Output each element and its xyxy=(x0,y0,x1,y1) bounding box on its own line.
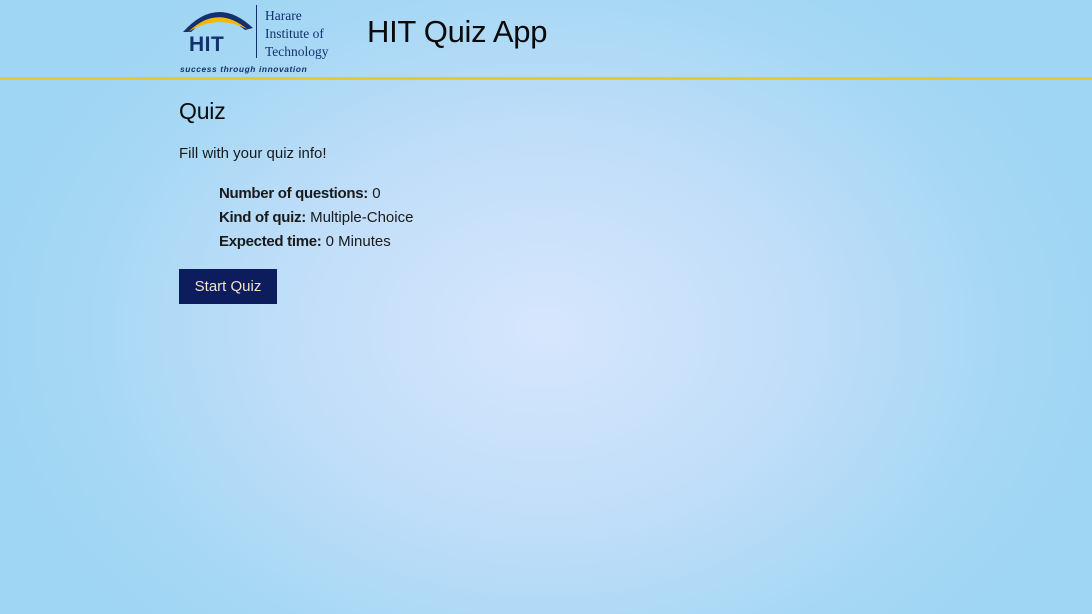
info-value: 0 xyxy=(372,185,381,202)
logo-tagline: success through innovation xyxy=(180,64,308,74)
quiz-info-item: Expected time: 0 Minutes xyxy=(219,230,879,254)
quiz-info-section: Quiz Fill with your quiz info! Number of… xyxy=(179,95,879,304)
info-label: Expected time: xyxy=(219,233,322,250)
quiz-info-item: Number of questions: 0 xyxy=(219,182,879,206)
app-header: HIT Harare Institute of Technology succe… xyxy=(0,0,1092,80)
app-title: HIT Quiz App xyxy=(367,14,548,49)
hit-logo[interactable]: HIT Harare Institute of Technology succe… xyxy=(179,2,339,76)
logo-name-line: Harare xyxy=(265,8,302,23)
start-quiz-button[interactable]: Start Quiz xyxy=(179,269,277,304)
info-value: Multiple-Choice xyxy=(310,209,414,226)
info-label: Number of questions: xyxy=(219,185,369,202)
quiz-info-list: Number of questions: 0 Kind of quiz: Mul… xyxy=(219,182,879,254)
logo-name-line: Technology xyxy=(265,44,329,59)
logo-acronym: HIT xyxy=(189,33,225,56)
info-value: 0 Minutes xyxy=(325,233,391,250)
quiz-subtitle: Fill with your quiz info! xyxy=(179,145,327,162)
info-label: Kind of quiz: xyxy=(219,209,306,226)
logo-divider xyxy=(256,5,257,58)
quiz-info-item: Kind of quiz: Multiple-Choice xyxy=(219,206,879,230)
page-title: Quiz xyxy=(179,98,226,124)
logo-institution-name: Harare Institute of Technology xyxy=(265,7,329,61)
logo-name-line: Institute of xyxy=(265,26,324,41)
